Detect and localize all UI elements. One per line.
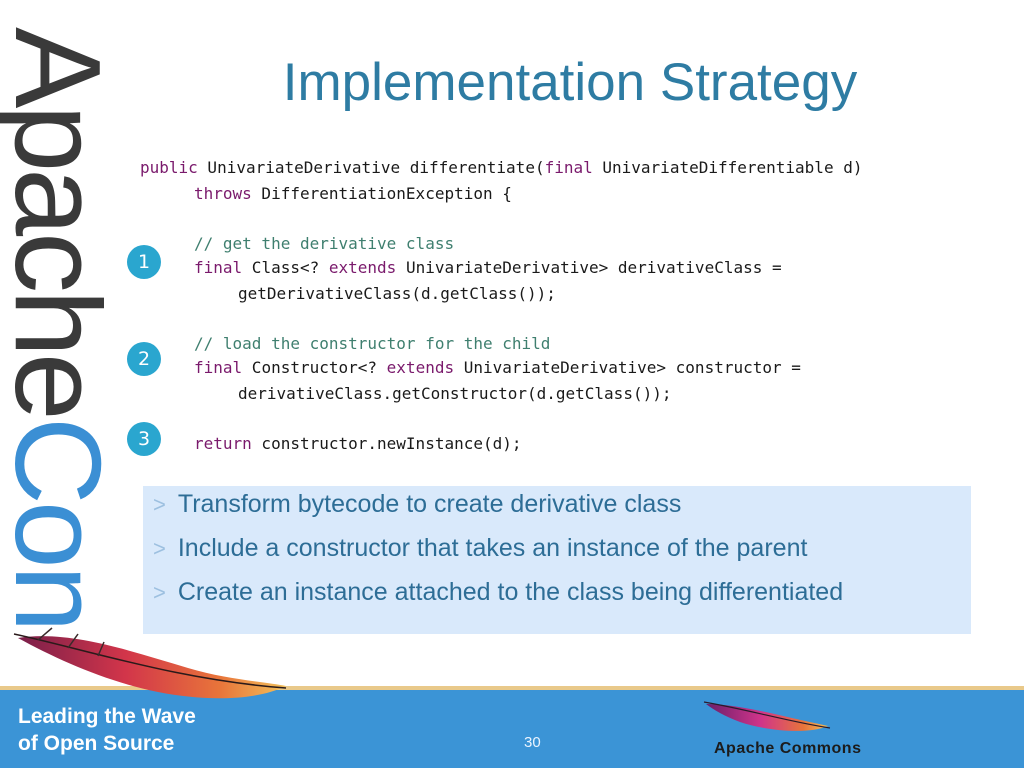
code-line-4: final Class<? extends UnivariateDerivati…	[194, 258, 782, 278]
brand-con: Con	[0, 416, 126, 629]
chevron-right-icon: >	[153, 492, 166, 517]
code-text: UnivariateDerivative> derivativeClass =	[396, 258, 782, 277]
page-number: 30	[524, 734, 541, 751]
code-keyword: return	[194, 434, 252, 453]
code-text: Class<?	[242, 258, 329, 277]
chevron-right-icon: >	[153, 580, 166, 605]
code-keyword: public	[140, 158, 198, 177]
code-keyword: final	[194, 258, 243, 277]
code-text: constructor.newInstance(d);	[251, 434, 522, 453]
brand-apache: Apache	[0, 27, 126, 417]
tagline-line-1: Leading the Wave	[18, 705, 196, 728]
bullet-item: > Include a constructor that takes an ins…	[153, 534, 807, 563]
code-keyword: throws	[194, 184, 252, 203]
bullet-text: Transform bytecode to create derivative …	[177, 490, 682, 518]
code-line-1: public UnivariateDerivative differentiat…	[140, 158, 862, 178]
feather-logo-icon	[13, 627, 287, 699]
bullet-box: > Transform bytecode to create derivative…	[143, 486, 971, 634]
step-badge-2: 2	[127, 342, 161, 376]
code-comment-1: // get the derivative class	[194, 234, 455, 253]
tagline-line-2: of Open Source	[18, 732, 175, 755]
step-badge-3: 3	[127, 422, 161, 456]
apachecon-vertical-logo: ApacheCon	[0, 27, 126, 667]
code-keyword: final	[194, 358, 243, 377]
bullet-text: Include a constructor that takes an inst…	[177, 534, 808, 562]
bullet-text: Create an instance attached to the class…	[177, 578, 844, 606]
code-text: UnivariateDifferentiable d)	[592, 158, 863, 177]
chevron-right-icon: >	[153, 536, 166, 561]
code-keyword: extends	[386, 358, 455, 377]
code-comment-2: // load the constructor for the child	[194, 334, 551, 353]
code-line-2: throws DifferentiationException {	[194, 184, 512, 204]
code-text: DifferentiationException {	[251, 184, 512, 203]
bullet-item: > Create an instance attached to the clas…	[153, 578, 843, 607]
apache-commons-label: Apache Commons	[714, 740, 862, 757]
code-keyword: final	[544, 158, 593, 177]
footer-tagline: Leading the Wave of Open Source	[18, 703, 196, 757]
code-text: UnivariateDerivative differentiate(	[197, 158, 545, 177]
step-badge-1: 1	[127, 245, 161, 279]
code-text: UnivariateDerivative> constructor =	[454, 358, 801, 377]
bullet-item: > Transform bytecode to create derivative…	[153, 490, 681, 519]
code-line-7: final Constructor<? extends UnivariateDe…	[194, 358, 801, 378]
code-line-8: derivativeClass.getConstructor(d.getClas…	[238, 384, 672, 403]
slide-title: Implementation Strategy	[282, 53, 858, 112]
code-line-5: getDerivativeClass(d.getClass());	[238, 284, 556, 303]
code-keyword: extends	[328, 258, 397, 277]
code-line-9: return constructor.newInstance(d);	[194, 434, 522, 454]
commons-feather-icon	[703, 701, 831, 731]
code-text: Constructor<?	[242, 358, 387, 377]
